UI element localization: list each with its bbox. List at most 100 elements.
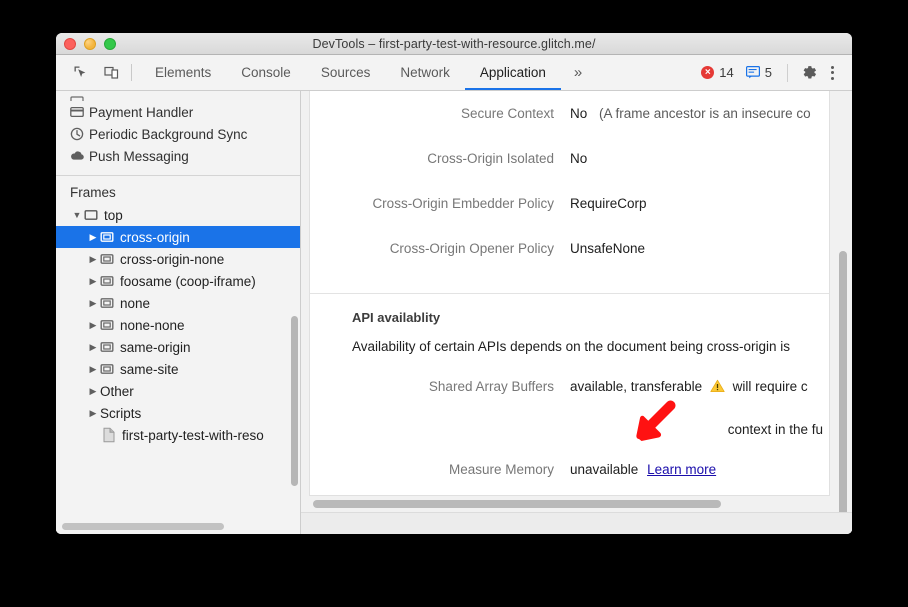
devtools-toolbar: Elements Console Sources Network Applica…: [56, 55, 852, 91]
sidebar-item-label: Periodic Background Sync: [89, 127, 247, 142]
detail-value: RequireCorp: [570, 181, 647, 226]
inspect-element-icon[interactable]: [70, 63, 90, 83]
frame-label: foosame (coop-iframe): [120, 274, 256, 289]
cloud-icon: [70, 149, 89, 163]
zoom-window-button[interactable]: [104, 38, 116, 50]
frame-tree-item-cross-origin-none[interactable]: ▶ cross-origin-none: [56, 248, 300, 270]
tab-console[interactable]: Console: [226, 55, 306, 90]
error-count: 14: [719, 65, 733, 80]
kebab-menu-icon[interactable]: [822, 60, 842, 86]
detail-row-coop: Cross-Origin Opener Policy UnsafeNone: [310, 226, 829, 271]
gear-icon[interactable]: [796, 60, 822, 86]
chevron-right-icon[interactable]: ▶: [86, 364, 100, 375]
learn-more-link[interactable]: Learn more: [647, 462, 716, 477]
frame-tree-item-scripts[interactable]: ▶ Scripts: [56, 402, 300, 424]
tab-sources[interactable]: Sources: [306, 55, 386, 90]
tab-elements[interactable]: Elements: [140, 55, 226, 90]
frame-tree-item-foosame[interactable]: ▶ foosame (coop-iframe): [56, 270, 300, 292]
iframe-icon: [100, 340, 120, 354]
sidebar-horizontal-scrollbar[interactable]: [62, 523, 224, 530]
chevron-right-icon[interactable]: ▶: [86, 386, 100, 397]
chevron-right-icon[interactable]: ▶: [86, 342, 100, 353]
detail-value-note: (A frame ancestor is an insecure co: [599, 106, 811, 121]
toolbar-right-group: × 14 5: [696, 55, 852, 90]
frame-tree-item-same-site[interactable]: ▶ same-site: [56, 358, 300, 380]
frame-label: none-none: [120, 318, 185, 333]
detail-key: Cross-Origin Embedder Policy: [310, 181, 570, 226]
chevron-right-icon[interactable]: ▶: [86, 276, 100, 287]
minimize-window-button[interactable]: [84, 38, 96, 50]
devtools-body: Payment Handler Periodic Background Sync: [56, 91, 852, 534]
frame-label: cross-origin: [120, 230, 190, 245]
frame-details-card: Secure Context No (A frame ancestor is a…: [309, 91, 830, 496]
detail-row-cross-origin-isolated: Cross-Origin Isolated No: [310, 136, 829, 181]
iframe-icon: [100, 318, 120, 332]
frame-label: Scripts: [100, 406, 141, 421]
detail-key: Cross-Origin Isolated: [310, 136, 570, 181]
iframe-icon: [100, 296, 120, 310]
frame-label: top: [104, 208, 123, 223]
error-counter[interactable]: × 14: [696, 63, 740, 82]
chevron-down-icon[interactable]: ▼: [70, 210, 84, 220]
detail-key: Cross-Origin Opener Policy: [310, 226, 570, 271]
tab-network[interactable]: Network: [385, 55, 465, 90]
main-bottom-strip: [301, 512, 852, 534]
detail-row-shared-array-buffers: Shared Array Buffers available, transfer…: [310, 364, 829, 409]
detail-value-text: unavailable: [570, 462, 638, 477]
device-toolbar-icon[interactable]: [101, 63, 121, 83]
chevron-right-icon[interactable]: ▶: [86, 232, 100, 243]
frame-tree-item-top[interactable]: ▼ top: [56, 204, 300, 226]
detail-row-measure-memory: Measure Memory unavailable Learn more: [310, 451, 829, 489]
detail-value-text: available, transferable: [570, 379, 702, 394]
sidebar-vertical-scrollbar[interactable]: [291, 316, 298, 486]
main-horizontal-scrollbar[interactable]: [313, 500, 721, 508]
detail-key: Secure Context: [310, 91, 570, 136]
message-counter[interactable]: 5: [741, 63, 779, 82]
main-horizontal-scrollbar-track: [309, 496, 830, 512]
chevron-right-icon[interactable]: ▶: [86, 298, 100, 309]
frame-tree-item-none-none[interactable]: ▶ none-none: [56, 314, 300, 336]
partial-icon: [70, 91, 89, 101]
chevron-right-icon[interactable]: ▶: [86, 408, 100, 419]
sidebar-item-push-messaging[interactable]: Push Messaging: [56, 145, 300, 167]
frame-tree-item-document[interactable]: first-party-test-with-reso: [56, 424, 300, 446]
api-availability-section: API availablity Availability of certain …: [310, 294, 829, 489]
main-vertical-scrollbar[interactable]: [839, 251, 847, 534]
frame-label: first-party-test-with-reso: [122, 428, 264, 443]
sidebar-item-payment-handler[interactable]: Payment Handler: [56, 101, 300, 123]
frame-tree-item-same-origin[interactable]: ▶ same-origin: [56, 336, 300, 358]
detail-warning-continuation: context in the fu: [310, 409, 829, 451]
message-icon: [746, 66, 760, 79]
toolbar-divider: [131, 64, 132, 81]
chevron-right-icon[interactable]: ▶: [86, 320, 100, 331]
frame-tree-item-other[interactable]: ▶ Other: [56, 380, 300, 402]
section-description: Availability of certain APIs depends on …: [310, 339, 829, 354]
close-window-button[interactable]: [64, 38, 76, 50]
chevron-right-icon[interactable]: ▶: [86, 254, 100, 265]
message-count: 5: [765, 65, 772, 80]
sidebar-item-periodic-background-sync[interactable]: Periodic Background Sync: [56, 123, 300, 145]
section-title: API availablity: [310, 310, 829, 325]
detail-warning-text: will require c: [733, 379, 808, 394]
clock-icon: [70, 127, 89, 141]
frame-tree-item-cross-origin[interactable]: ▶ cross-origin: [56, 226, 300, 248]
frame-details-panel: Secure Context No (A frame ancestor is a…: [301, 91, 852, 534]
frame-label: same-origin: [120, 340, 191, 355]
devtools-window: DevTools – first-party-test-with-resourc…: [56, 33, 852, 534]
sidebar-item-clipped[interactable]: [56, 91, 300, 101]
tab-application[interactable]: Application: [465, 55, 561, 90]
sidebar-item-label: Payment Handler: [89, 105, 193, 120]
frame-label: same-site: [120, 362, 179, 377]
window-title-bar: DevTools – first-party-test-with-resourc…: [56, 33, 852, 55]
iframe-icon: [100, 252, 120, 266]
toolbar-divider-2: [787, 64, 788, 82]
iframe-icon: [100, 230, 120, 244]
frame-label: Other: [100, 384, 134, 399]
more-tabs-button[interactable]: »: [561, 55, 594, 90]
frame-tree-item-none[interactable]: ▶ none: [56, 292, 300, 314]
toolbar-left-icons: [56, 55, 125, 90]
detail-row-secure-context: Secure Context No (A frame ancestor is a…: [310, 91, 829, 136]
detail-value: No (A frame ancestor is an insecure co: [570, 91, 811, 136]
detail-row-coep: Cross-Origin Embedder Policy RequireCorp: [310, 181, 829, 226]
iframe-icon: [100, 274, 120, 288]
